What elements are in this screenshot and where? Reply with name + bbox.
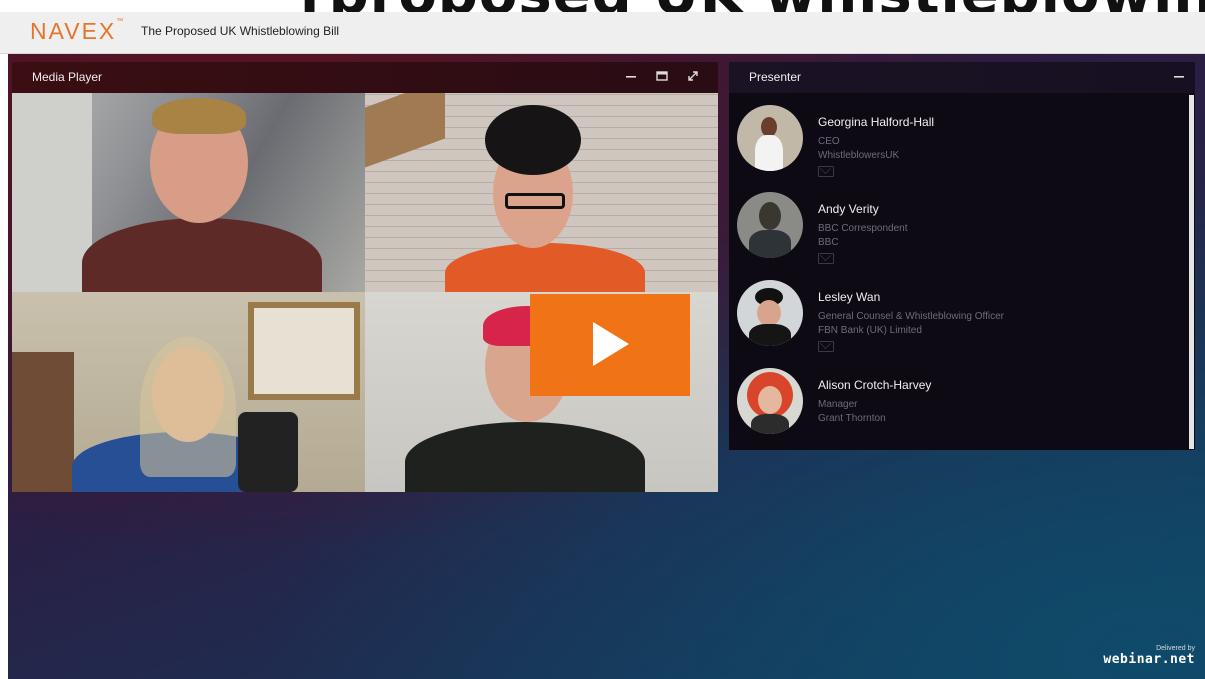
- presenter-role: BBC Correspondent: [818, 223, 908, 234]
- presenter-list[interactable]: Georgina Halford-Hall CEO Whistleblowers…: [729, 95, 1187, 449]
- top-banner-text: rproposed UK whistleblowing Bi: [300, 0, 1205, 12]
- play-icon: [593, 322, 629, 366]
- top-banner: rproposed UK whistleblowing Bi: [0, 0, 1205, 12]
- video-tile-2: [365, 93, 718, 292]
- media-player-titlebar: Media Player: [12, 62, 718, 93]
- video-tile-3: [12, 292, 365, 492]
- play-button[interactable]: [530, 294, 690, 396]
- fullscreen-icon[interactable]: [684, 68, 702, 86]
- avatar: [737, 280, 803, 346]
- brand-name: webinar.net: [1103, 652, 1195, 667]
- avatar: [737, 105, 803, 171]
- video-grid[interactable]: [12, 93, 718, 492]
- presenter-role: Manager: [818, 399, 858, 410]
- minimize-icon[interactable]: [622, 68, 640, 86]
- navex-logo: NAVEX™: [30, 18, 126, 44]
- media-player-title: Media Player: [32, 70, 103, 84]
- presenter-org: FBN Bank (UK) Limited: [818, 325, 922, 336]
- presenter-title: Presenter: [749, 70, 802, 84]
- presenter-item: Georgina Halford-Hall CEO Whistleblowers…: [737, 105, 1177, 190]
- presenter-panel: Presenter Georgina Halford-Hall CEO Whis…: [729, 62, 1195, 450]
- header-bar: NAVEX™ The Proposed UK Whistleblowing Bi…: [0, 12, 1205, 54]
- presenter-item: Andy Verity BBC Correspondent BBC: [737, 192, 1177, 277]
- minimize-icon[interactable]: [1170, 68, 1188, 86]
- presenter-role: General Counsel & Whistleblowing Officer: [818, 311, 1005, 322]
- presenter-item: Lesley Wan General Counsel & Whistleblow…: [737, 280, 1177, 365]
- webinar-title: The Proposed UK Whistleblowing Bill: [141, 24, 340, 38]
- presenter-org: WhistleblowersUK: [818, 150, 900, 161]
- email-icon[interactable]: [818, 341, 834, 352]
- presenter-name: Andy Verity: [818, 202, 879, 216]
- presenter-role: CEO: [818, 136, 840, 147]
- webinar-net-brand: Delivered by webinar.net: [1103, 645, 1195, 667]
- email-icon[interactable]: [818, 253, 834, 264]
- avatar: [737, 192, 803, 258]
- maximize-icon[interactable]: [653, 68, 671, 86]
- presenter-org: Grant Thornton: [818, 413, 886, 424]
- presenter-name: Alison Crotch-Harvey: [818, 378, 932, 392]
- media-player-panel: Media Player: [12, 62, 718, 492]
- presenter-org: BBC: [818, 237, 839, 248]
- delivered-by-label: Delivered by: [1156, 645, 1195, 652]
- avatar: [737, 368, 803, 434]
- email-icon[interactable]: [818, 166, 834, 177]
- presenter-name: Lesley Wan: [818, 290, 881, 304]
- presenter-name: Georgina Halford-Hall: [818, 115, 935, 129]
- presenter-titlebar: Presenter: [729, 62, 1195, 93]
- video-tile-1: [12, 93, 365, 292]
- presenter-scrollbar[interactable]: [1189, 95, 1194, 449]
- presenter-item: Alison Crotch-Harvey Manager Grant Thorn…: [737, 368, 1177, 453]
